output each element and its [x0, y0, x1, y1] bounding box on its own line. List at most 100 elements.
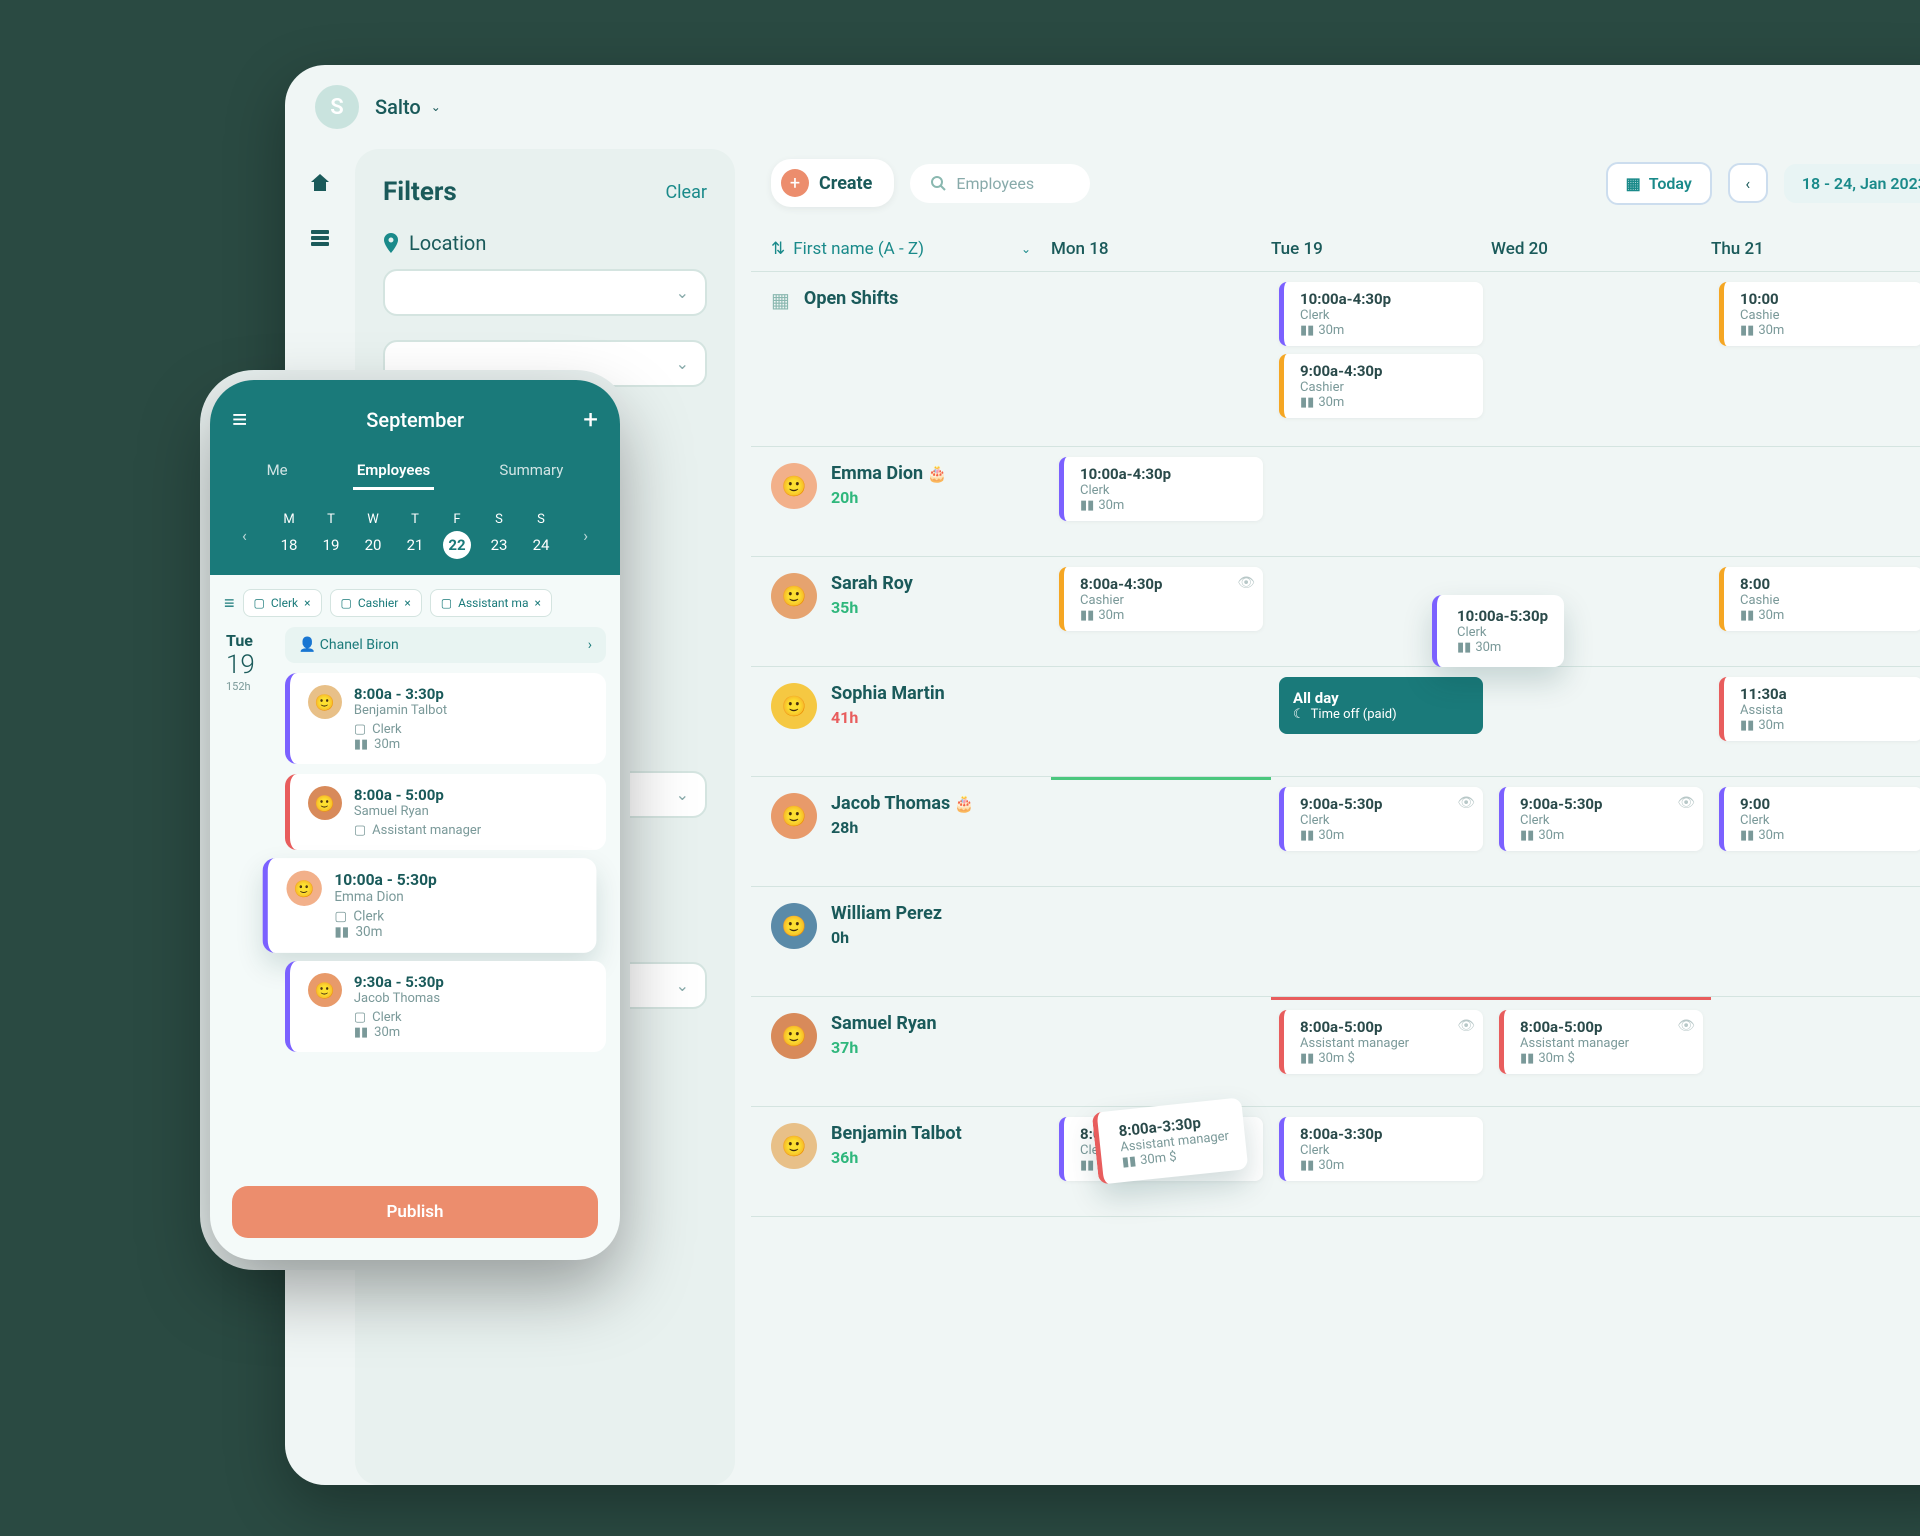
day-cell[interactable]: 9:00Clerk▮▮ 30m [1711, 777, 1920, 886]
sort-control[interactable]: ⇅ First name (A - Z) ⌄ [751, 239, 1051, 259]
org-switcher[interactable]: Salto ⌄ [375, 95, 441, 119]
day-cell[interactable]: 8:00a-3:30pClerk▮▮ 30m [1271, 1107, 1491, 1216]
filter-chip[interactable]: ▢ Assistant ma × [430, 589, 552, 617]
avatar[interactable]: 🙂 [771, 463, 817, 509]
filter-icon[interactable]: ≡ [224, 593, 235, 614]
day-cell[interactable]: 👁8:00a-5:00pAssistant manager▮▮ 30m $ [1491, 997, 1711, 1106]
mobile-shift-card[interactable]: 🙂8:00a - 3:30pBenjamin Talbot▢ Clerk▮▮ 3… [285, 673, 606, 764]
day-cell[interactable]: 11:30aAssista▮▮ 30m [1711, 667, 1920, 776]
day-header[interactable]: Mon 18 [1051, 239, 1271, 259]
shift-card[interactable]: 👁8:00a-5:00pAssistant manager▮▮ 30m $ [1279, 1010, 1483, 1074]
day-cell[interactable] [1271, 887, 1491, 996]
avatar[interactable]: 🙂 [771, 903, 817, 949]
mobile-shift-card[interactable]: 🙂10:00a - 5:30pEmma Dion▢ Clerk▮▮ 30m [262, 858, 596, 953]
clear-filters-link[interactable]: Clear [665, 182, 707, 203]
prev-week-button[interactable]: ‹ [1728, 163, 1768, 203]
day-cell[interactable] [1711, 997, 1920, 1106]
week-day[interactable]: M18 [275, 512, 303, 559]
shift-card[interactable]: 9:00Clerk▮▮ 30m [1719, 787, 1920, 851]
shift-card[interactable]: 11:30aAssista▮▮ 30m [1719, 677, 1920, 741]
location-select[interactable]: ⌄ [383, 269, 707, 316]
shift-break: ▮▮30m [1300, 395, 1471, 410]
chevron-right-icon[interactable]: › [579, 526, 592, 545]
shift-card[interactable]: 8:00Cashie▮▮ 30m [1719, 567, 1920, 631]
day-cell[interactable] [1711, 887, 1920, 996]
day-cell[interactable] [1711, 447, 1920, 556]
tab-summary[interactable]: Summary [495, 453, 567, 490]
avatar[interactable]: 🙂 [771, 1013, 817, 1059]
week-day[interactable]: S23 [485, 512, 513, 559]
create-button[interactable]: + Create [771, 159, 894, 207]
avatar[interactable]: 🙂 [771, 793, 817, 839]
day-cell[interactable]: 👁9:00a-5:30pClerk▮▮ 30m [1271, 777, 1491, 886]
day-cell[interactable] [1051, 997, 1271, 1106]
avatar[interactable]: 🙂 [771, 683, 817, 729]
day-cell[interactable]: 8:00Cashie▮▮ 30m [1711, 557, 1920, 666]
day-header[interactable]: Tue 19 [1271, 239, 1491, 259]
employee-group-header[interactable]: 👤 Chanel Biron› [285, 627, 606, 663]
home-icon[interactable] [306, 169, 334, 197]
day-cell[interactable] [1051, 887, 1271, 996]
moon-icon: ☾ [1293, 707, 1305, 722]
day-cell[interactable]: 10:00a-4:30pClerk▮▮ 30m [1051, 447, 1271, 556]
close-icon[interactable]: × [404, 596, 410, 610]
chevron-left-icon[interactable]: ‹ [238, 526, 251, 545]
pause-icon: ▮▮ [334, 925, 349, 941]
day-cell[interactable] [1491, 887, 1711, 996]
close-icon[interactable]: × [534, 596, 540, 610]
close-icon[interactable]: × [304, 596, 310, 610]
schedule-area: + Create Employees ▦ Today ‹ 18 - 24, Ja… [751, 149, 1920, 1485]
day-cell[interactable] [1271, 447, 1491, 556]
menu-icon[interactable]: ≡ [232, 404, 247, 435]
week-day[interactable]: F22 [443, 512, 471, 559]
shift-card[interactable]: 8:00a-3:30pClerk▮▮ 30m [1279, 1117, 1483, 1181]
mobile-shift-card[interactable]: 🙂8:00a - 5:00pSamuel Ryan▢ Assistant man… [285, 774, 606, 850]
shift-card[interactable]: 10:00a-4:30pClerk▮▮ 30m [1059, 457, 1263, 521]
pause-icon: ▮▮ [1121, 1154, 1137, 1170]
day-cell[interactable] [1051, 777, 1271, 886]
day-header[interactable]: Thu 21 [1711, 239, 1920, 259]
week-day[interactable]: S24 [527, 512, 555, 559]
day-cell[interactable] [1491, 1107, 1711, 1216]
filter-chip[interactable]: ▢ Cashier × [330, 589, 422, 617]
shift-card[interactable]: 9:00a-4:30p Cashier ▮▮30m [1279, 354, 1483, 418]
employee-hours: 20h [831, 488, 947, 507]
filter-chip[interactable]: ▢ Clerk × [243, 589, 322, 617]
shift-card[interactable]: 10:00a-4:30p Clerk ▮▮30m [1279, 282, 1483, 346]
day-cell[interactable]: 👁8:00a-4:30pCashier▮▮ 30m [1051, 557, 1271, 666]
shift-card[interactable]: 👁8:00a-4:30pCashier▮▮ 30m [1059, 567, 1263, 631]
day-cell[interactable]: All day☾ Time off (paid) [1271, 667, 1491, 776]
shift-card[interactable]: 10:00 Cashie ▮▮30m [1719, 282, 1920, 346]
day-cell[interactable]: 👁8:00a-5:00pAssistant manager▮▮ 30m $ [1271, 997, 1491, 1106]
week-day[interactable]: W20 [359, 512, 387, 559]
shift-card[interactable]: 👁9:00a-5:30pClerk▮▮ 30m [1499, 787, 1703, 851]
day-cell[interactable] [1711, 1107, 1920, 1216]
mobile-shift-card[interactable]: 🙂9:30a - 5:30pJacob Thomas▢ Clerk▮▮ 30m [285, 961, 606, 1052]
schedule-icon[interactable] [306, 223, 334, 251]
day-cell[interactable] [1491, 667, 1711, 776]
location-filter-label: Location [383, 231, 707, 255]
week-day[interactable]: T19 [317, 512, 345, 559]
shift-card[interactable]: 👁8:00a-5:00pAssistant manager▮▮ 30m $ [1499, 1010, 1703, 1074]
day-cell[interactable]: 👁9:00a-5:30pClerk▮▮ 30m [1491, 777, 1711, 886]
publish-button[interactable]: Publish [232, 1186, 598, 1238]
tag-icon: ▢ [341, 596, 352, 610]
date-range-button[interactable]: 18 - 24, Jan 2023 ⌄ [1784, 164, 1920, 203]
mobile-month-title[interactable]: September [247, 408, 583, 432]
mobile-app: ≡ September + Me Employees Summary ‹ M18… [210, 380, 620, 1260]
shift-card[interactable]: 👁9:00a-5:30pClerk▮▮ 30m [1279, 787, 1483, 851]
day-header[interactable]: Wed 20 [1491, 239, 1711, 259]
week-day[interactable]: T21 [401, 512, 429, 559]
avatar[interactable]: 🙂 [771, 1123, 817, 1169]
add-icon[interactable]: + [583, 405, 598, 435]
timeoff-card[interactable]: All day☾ Time off (paid) [1279, 677, 1483, 734]
tab-me[interactable]: Me [263, 453, 292, 490]
avatar[interactable]: 🙂 [771, 573, 817, 619]
tab-employees[interactable]: Employees [353, 453, 434, 490]
day-cell[interactable] [1051, 667, 1271, 776]
dragged-shift-card[interactable]: 10:00a-5:30p Clerk ▮▮30m [1432, 595, 1564, 667]
org-avatar[interactable]: S [315, 85, 359, 129]
today-button[interactable]: ▦ Today [1606, 162, 1712, 205]
day-cell[interactable] [1491, 447, 1711, 556]
employee-search-input[interactable]: Employees [910, 164, 1090, 203]
